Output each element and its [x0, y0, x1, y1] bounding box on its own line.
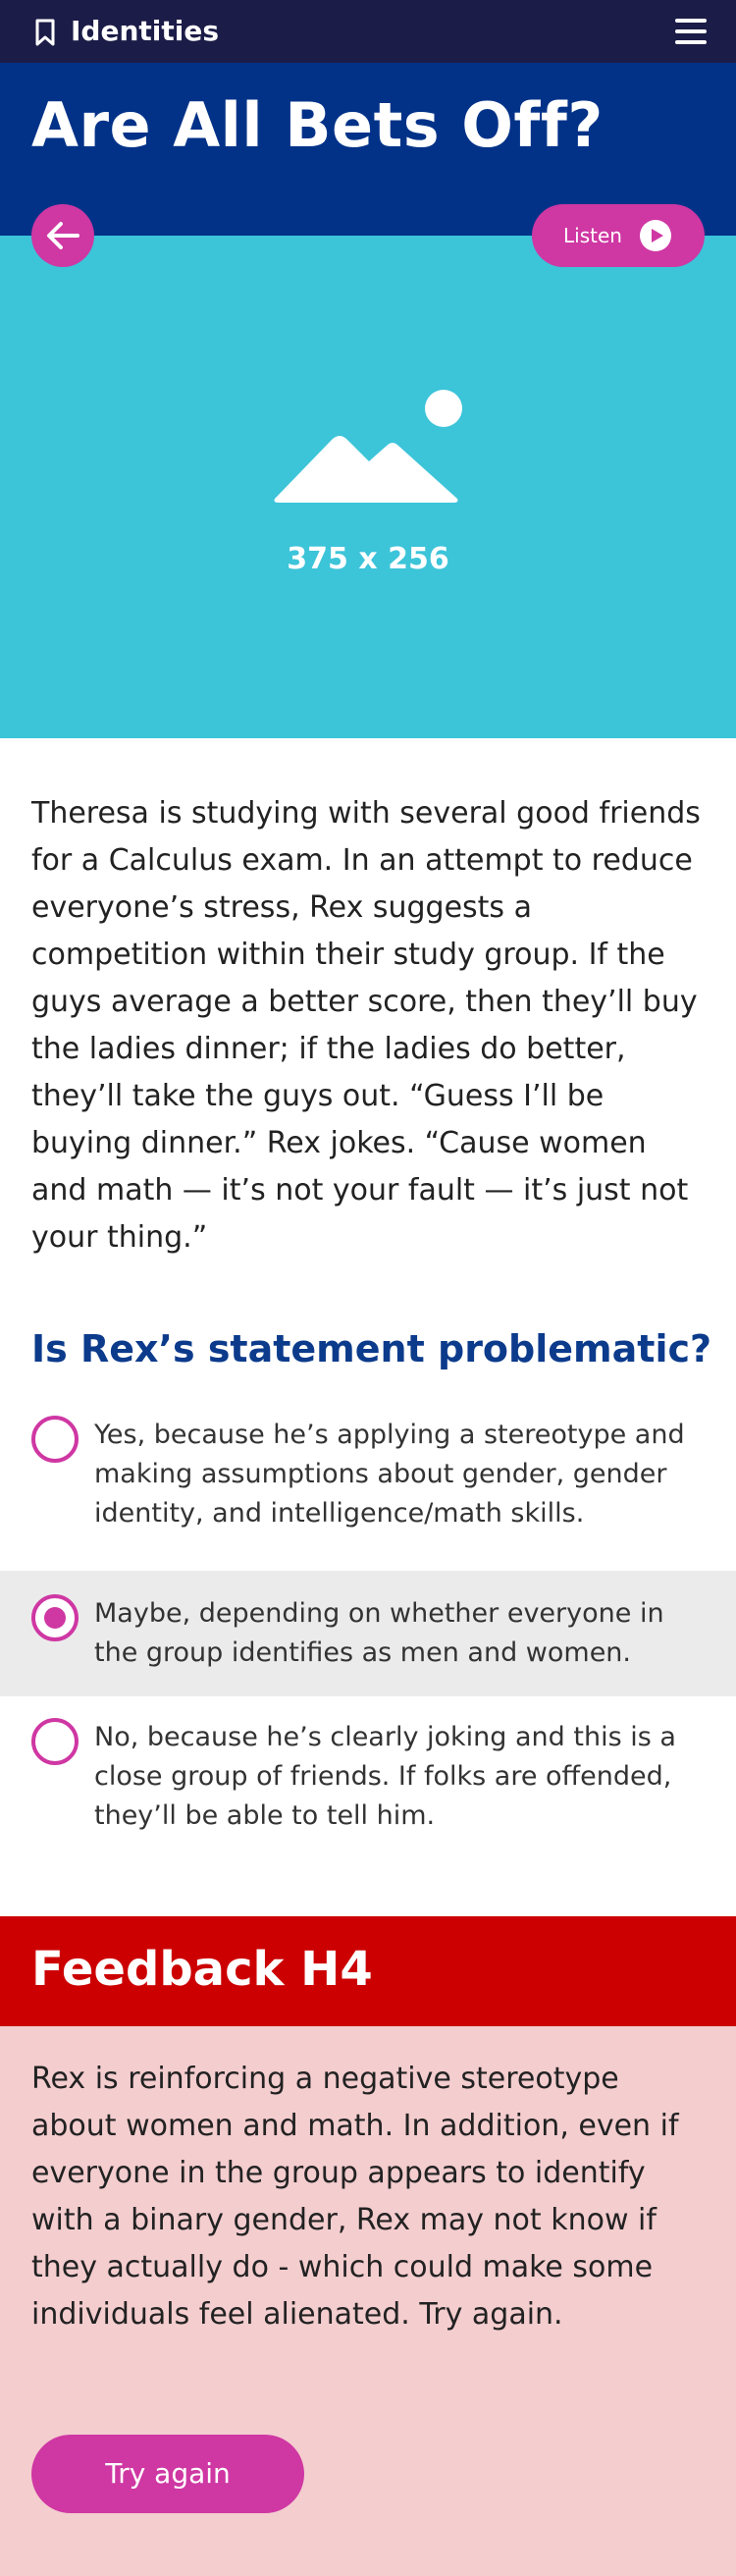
- back-button[interactable]: [31, 204, 94, 267]
- question-heading: Is Rex’s statement problematic?: [31, 1327, 712, 1370]
- try-again-button[interactable]: Try again: [31, 2435, 304, 2513]
- answer-option-label: Yes, because he’s applying a stereotype …: [94, 1420, 685, 1529]
- answer-option-no[interactable]: No, because he’s clearly joking and this…: [0, 1696, 736, 1873]
- top-bar: Identities: [0, 0, 736, 63]
- radio-selected-dot: [44, 1607, 66, 1629]
- answer-option-yes[interactable]: Yes, because he’s applying a stereotype …: [0, 1394, 736, 1571]
- bookmark-icon[interactable]: [33, 18, 57, 47]
- arrow-left-icon: [47, 222, 79, 249]
- image-placeholder-icon: [274, 390, 462, 503]
- answer-option-maybe[interactable]: Maybe, depending on whether everyone in …: [0, 1571, 736, 1696]
- feedback-title: Feedback H4: [31, 1942, 373, 1997]
- placeholder-size-label: 375 x 256: [287, 542, 449, 576]
- app-title: Identities: [71, 15, 220, 47]
- feedback-text: Rex is reinforcing a negative stereotype…: [31, 2062, 679, 2332]
- listen-button-label: Listen: [563, 224, 622, 247]
- radio-button[interactable]: [31, 1416, 79, 1463]
- story-text: Theresa is studying with several good fr…: [31, 796, 701, 1255]
- listen-button[interactable]: Listen: [532, 204, 705, 267]
- answer-option-label: No, because he’s clearly joking and this…: [94, 1722, 676, 1831]
- page-title: Are All Bets Off?: [31, 89, 604, 161]
- radio-button[interactable]: [31, 1718, 79, 1765]
- feedback-panel: Rex is reinforcing a negative stereotype…: [0, 2026, 736, 2576]
- hamburger-menu-icon[interactable]: [675, 18, 707, 45]
- radio-button-selected[interactable]: [31, 1594, 79, 1641]
- media-placeholder: 375 x 256: [0, 236, 736, 738]
- play-circle-icon: [640, 220, 671, 251]
- feedback-header: Feedback H4: [0, 1916, 736, 2026]
- answer-option-label: Maybe, depending on whether everyone in …: [94, 1598, 664, 1668]
